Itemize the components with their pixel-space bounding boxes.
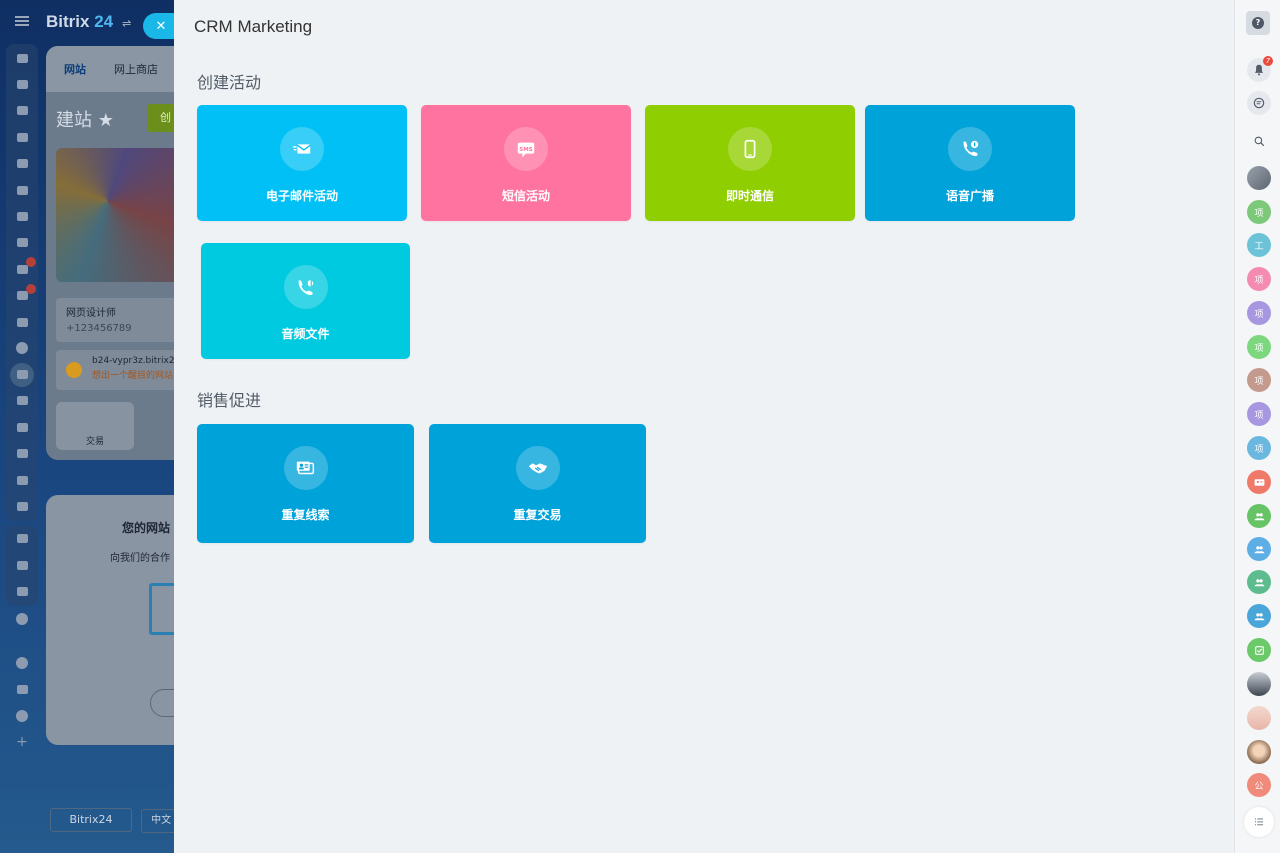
tile-email-campaign[interactable]: 电子邮件活动 (197, 105, 407, 221)
site-preview-image[interactable] (56, 148, 186, 282)
users-group-icon[interactable] (1247, 570, 1271, 594)
section-sales-promotion: 销售促进 (197, 391, 262, 410)
app-logo: Bitrix 24 (46, 12, 114, 31)
sms-icon: SMS (504, 127, 548, 171)
search-icon[interactable] (1247, 129, 1271, 153)
task-check-icon[interactable] (1247, 638, 1271, 662)
nav-chart-icon[interactable] (6, 440, 38, 466)
nav-target-icon[interactable] (6, 335, 38, 361)
tile-instant-messaging[interactable]: 即时通信 (645, 105, 855, 221)
tile-repeat-deals[interactable]: 重复交易 (429, 424, 646, 543)
users-group-icon[interactable] (1247, 604, 1271, 628)
section-create-campaign: 创建活动 (197, 73, 262, 92)
users-group-icon[interactable] (1247, 504, 1271, 528)
nav-settings-icon[interactable] (6, 703, 38, 729)
user-avatar[interactable] (1247, 672, 1271, 696)
nav-cart-icon[interactable] (10, 362, 34, 387)
nav-groups-icon[interactable] (6, 230, 38, 256)
users-group-icon[interactable] (1247, 537, 1271, 561)
sites-card: 网站 网上商店 建站 ★ 创 网页设计师 +123456789 b24-vypr… (46, 46, 186, 460)
list-menu-icon[interactable] (1244, 807, 1274, 837)
nav-more-icon[interactable] (6, 606, 38, 632)
nav-sign-icon[interactable] (6, 414, 38, 440)
site-info: 网页设计师 +123456789 (56, 298, 186, 342)
close-slider-button[interactable]: ✕ (143, 13, 175, 39)
nav-calendar-icon[interactable] (6, 124, 38, 150)
email-icon (280, 127, 324, 171)
group-avatar[interactable]: 工 (1247, 233, 1271, 257)
group-avatar[interactable]: 项 (1247, 335, 1271, 359)
deals-button[interactable]: 交易 (56, 402, 134, 450)
tile-sms-campaign[interactable]: SMS 短信活动 (421, 105, 631, 221)
nav-help-icon[interactable] (6, 650, 38, 676)
user-avatar[interactable] (1247, 740, 1271, 764)
nav-docs-icon[interactable] (6, 151, 38, 177)
nav-edit-icon[interactable] (6, 388, 38, 414)
group-avatar[interactable]: 项 (1247, 402, 1271, 426)
site-phone: +123456789 (66, 323, 132, 334)
user-avatar[interactable] (1247, 706, 1271, 730)
nav-org-icon[interactable] (6, 677, 38, 703)
nav-code-icon[interactable] (6, 578, 38, 604)
group-avatar[interactable]: 项 (1247, 436, 1271, 460)
group-avatar[interactable]: 项 (1247, 368, 1271, 392)
page-title: 建站 ★ (56, 110, 114, 131)
nav-tasks-icon[interactable] (6, 71, 38, 97)
chat-icon[interactable] (1247, 91, 1271, 115)
menu-icon[interactable] (15, 16, 29, 26)
voice-call-icon (948, 127, 992, 171)
nav-add-icon[interactable]: + (6, 729, 38, 755)
svg-text:SMS: SMS (519, 147, 532, 153)
nav-mail-icon[interactable] (6, 203, 38, 229)
nav-feed-icon[interactable] (6, 45, 38, 71)
nav-crm-icon[interactable] (6, 283, 38, 309)
contact-card-icon (283, 446, 328, 490)
mobile-icon (728, 127, 772, 171)
crm-marketing-panel: CRM Marketing 创建活动 电子邮件活动 SMS 短信活动 即时通信 … (174, 0, 1234, 853)
right-sidebar: ? 7 项 工 项 项 项 项 项 项 公 (1234, 0, 1280, 853)
toggle-icon[interactable]: ⇌ (122, 17, 131, 30)
site-warning: b24-vypr3z.bitrix2 想出一个醒目的网站 (56, 350, 186, 390)
nav-bank-icon[interactable] (6, 309, 38, 335)
tile-repeat-leads[interactable]: 重复线索 (197, 424, 414, 543)
left-navigation: + (6, 44, 38, 756)
nav-chat-icon[interactable] (6, 98, 38, 124)
panel-title: CRM Marketing (194, 17, 313, 36)
site-name: 网页设计师 (66, 308, 116, 319)
nav-market-icon[interactable] (6, 552, 38, 578)
promo-card: 您的网站 向我们的合作 (46, 495, 190, 745)
footer-logo[interactable]: Bitrix24 (50, 808, 132, 832)
help-icon[interactable]: ? (1246, 11, 1270, 35)
notification-badge: 7 (1263, 56, 1273, 66)
tile-audio-file[interactable]: 音频文件 (201, 243, 410, 359)
handshake-icon (515, 446, 560, 490)
group-avatar[interactable]: 项 (1247, 200, 1271, 224)
footer: Bitrix24 中文 (50, 808, 182, 833)
user-avatar[interactable] (1247, 166, 1271, 190)
group-avatar[interactable]: 公 (1247, 773, 1271, 797)
tab-online-store[interactable]: 网上商店 (114, 61, 158, 77)
group-avatar[interactable]: 项 (1247, 267, 1271, 291)
group-avatar[interactable]: 项 (1247, 301, 1271, 325)
tile-voice-broadcast[interactable]: 语音广播 (865, 105, 1075, 221)
nav-id-icon[interactable] (6, 467, 38, 493)
audio-call-icon (283, 265, 328, 309)
nav-drive-icon[interactable] (6, 177, 38, 203)
contact-card-icon[interactable] (1247, 470, 1271, 494)
nav-checklist-icon[interactable] (6, 256, 38, 282)
notification-icon[interactable]: 7 (1247, 56, 1273, 82)
nav-robot-icon[interactable] (6, 493, 38, 519)
nav-box-icon[interactable] (6, 526, 38, 552)
warning-icon (66, 362, 82, 378)
tab-sites[interactable]: 网站 (64, 61, 86, 77)
